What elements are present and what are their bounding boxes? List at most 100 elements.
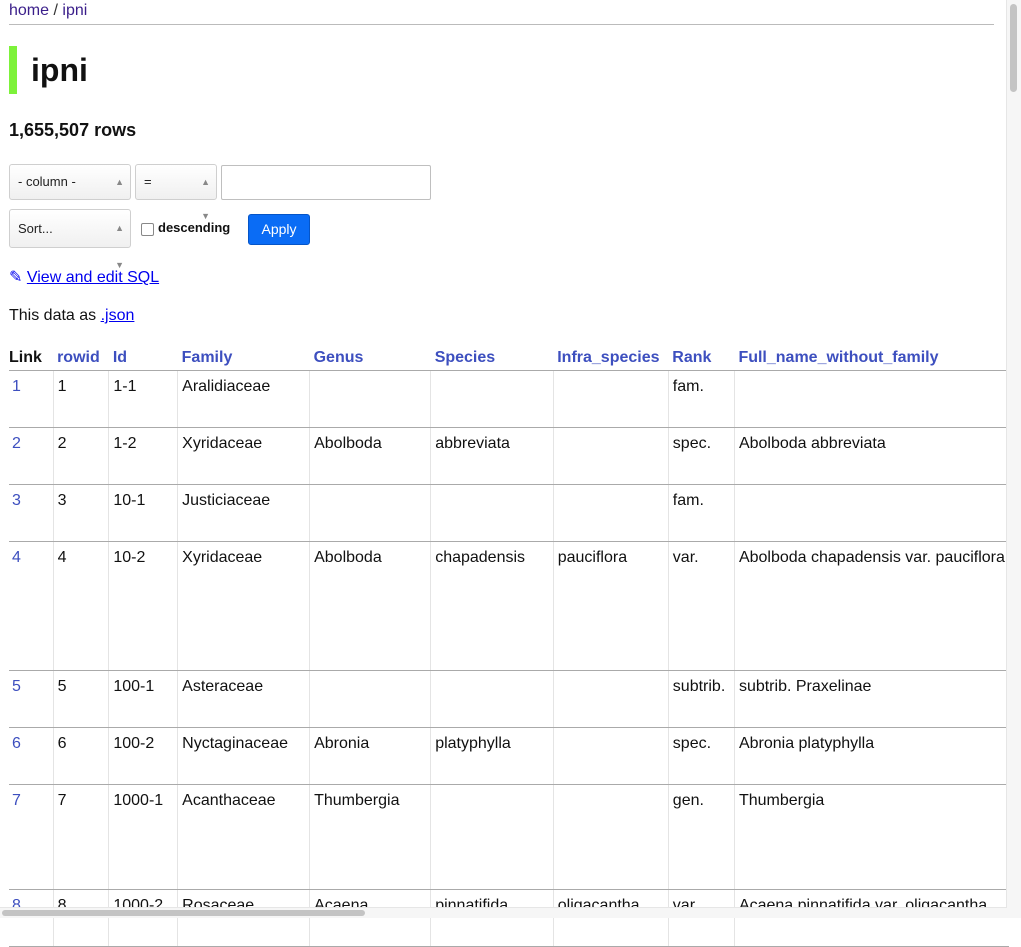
table-cell: Justiciaceae — [177, 484, 311, 542]
table-cell: Abronia — [309, 727, 432, 785]
row-link[interactable]: 7 — [9, 784, 54, 890]
table-row: 8 8 1000-2 Rosaceae Acaena pinnatifida o… — [9, 889, 1009, 947]
descending-label[interactable]: descending — [158, 220, 230, 235]
table-cell: spec. — [668, 427, 735, 485]
row-link[interactable]: 5 — [9, 670, 54, 728]
table-cell — [430, 784, 554, 890]
column-header[interactable]: Id — [108, 346, 178, 371]
operator-select[interactable]: = ▲ ▼ — [135, 164, 217, 221]
table-row: 1 1 1-1 Aralidiaceae fam. — [9, 370, 1009, 428]
filter-value-input[interactable] — [221, 165, 431, 200]
view-edit-sql-link[interactable]: ✎ View and edit SQL — [9, 267, 159, 287]
table-row: 5 5 100-1 Asteraceae subtrib. subtrib. P… — [9, 670, 1009, 728]
horizontal-scrollbar[interactable] — [0, 907, 1007, 918]
column-header[interactable]: Family — [177, 346, 310, 371]
table-cell — [553, 727, 669, 785]
table-cell: 1-1 — [108, 370, 179, 428]
table-cell: Abronia platyphylla — [734, 727, 1009, 785]
table-cell: Abolboda — [309, 541, 432, 671]
table-cell — [734, 370, 1009, 428]
table-cell — [430, 670, 554, 728]
operator-select-value: = — [144, 174, 152, 189]
column-header[interactable]: Genus — [309, 346, 431, 371]
table-cell: 1 — [53, 370, 110, 428]
table-cell: 10-2 — [108, 541, 179, 671]
breadcrumb-separator: / — [53, 2, 58, 19]
table-cell: 100-2 — [108, 727, 179, 785]
table-cell — [553, 484, 669, 542]
table-cell: 7 — [53, 784, 110, 890]
table-cell: 6 — [53, 727, 110, 785]
row-link[interactable]: 3 — [9, 484, 54, 542]
breadcrumb: home / ipni — [9, 2, 994, 25]
table-cell: var. — [668, 541, 735, 671]
data-as-prefix: This data as — [9, 307, 97, 324]
table-cell — [309, 370, 432, 428]
row-link[interactable]: 4 — [9, 541, 54, 671]
table-cell: 1000-1 — [108, 784, 179, 890]
table-cell: Nyctaginaceae — [177, 727, 311, 785]
table-cell — [430, 370, 554, 428]
table-cell: fam. — [668, 484, 735, 542]
data-table: Link rowid Id Family Genus Species Infra… — [9, 346, 1009, 947]
table-cell: Xyridaceae — [177, 427, 311, 485]
table-cell: Acaena pinnatifida var. oligacantha — [734, 889, 1009, 947]
descending-checkbox[interactable] — [141, 223, 154, 236]
column-select-value: - column - — [18, 174, 76, 189]
table-cell — [734, 484, 1009, 542]
column-header[interactable]: rowid — [53, 346, 109, 371]
table-cell — [553, 784, 669, 890]
column-header: Link — [9, 346, 54, 371]
column-select[interactable]: - column - ▲▼ — [9, 164, 131, 221]
table-cell: Acaena — [309, 889, 432, 947]
column-header[interactable]: Rank — [668, 346, 735, 371]
breadcrumb-current-link[interactable]: ipni — [62, 2, 87, 19]
table-cell: 4 — [53, 541, 110, 671]
table-row: 7 7 1000-1 Acanthaceae Thumbergia gen. T… — [9, 784, 1009, 890]
table-cell: pauciflora — [553, 541, 669, 671]
row-link[interactable]: 1 — [9, 370, 54, 428]
table-cell: 100-1 — [108, 670, 179, 728]
row-link[interactable]: 2 — [9, 427, 54, 485]
table-cell: Abolboda abbreviata — [734, 427, 1009, 485]
apply-button[interactable]: Apply — [248, 214, 310, 245]
sort-select-value: Sort... — [18, 221, 53, 236]
table-cell: subtrib. — [668, 670, 735, 728]
table-cell: platyphylla — [430, 727, 554, 785]
table-row: 6 6 100-2 Nyctaginaceae Abronia platyphy… — [9, 727, 1009, 785]
table-cell: 1000-2 — [108, 889, 179, 947]
table-cell: Abolboda — [309, 427, 432, 485]
table-cell: 5 — [53, 670, 110, 728]
data-as-line: This data as .json — [9, 307, 134, 325]
column-header[interactable]: Species — [430, 346, 554, 371]
table-cell — [309, 670, 432, 728]
row-link[interactable]: 6 — [9, 727, 54, 785]
column-header[interactable]: Infra_species — [553, 346, 669, 371]
table-cell: 1-2 — [108, 427, 179, 485]
table-cell — [430, 484, 554, 542]
page-title: ipni — [9, 46, 88, 94]
column-header[interactable]: Full_name_without_family — [734, 346, 1009, 371]
table-cell: Thumbergia — [309, 784, 432, 890]
table-cell — [553, 427, 669, 485]
table-cell: gen. — [668, 784, 735, 890]
row-count: 1,655,507 rows — [9, 120, 137, 140]
breadcrumb-home-link[interactable]: home — [9, 2, 49, 19]
table-cell: 8 — [53, 889, 110, 947]
table-cell: Abolboda chapadensis var. pauciflora — [734, 541, 1009, 671]
table-row: 2 2 1-2 Xyridaceae Abolboda abbreviata s… — [9, 427, 1009, 485]
horizontal-scrollbar-thumb[interactable] — [2, 910, 365, 916]
row-link[interactable]: 8 — [9, 889, 54, 947]
table-cell: abbreviata — [430, 427, 554, 485]
table-row: 4 4 10-2 Xyridaceae Abolboda chapadensis… — [9, 541, 1009, 671]
table-cell: oligacantha — [553, 889, 669, 947]
table-cell: Thumbergia — [734, 784, 1009, 890]
table-cell: Asteraceae — [177, 670, 311, 728]
table-row: 3 3 10-1 Justiciaceae fam. — [9, 484, 1009, 542]
vertical-scrollbar[interactable] — [1006, 0, 1021, 918]
view-edit-sql-label: View and edit SQL — [26, 269, 160, 286]
vertical-scrollbar-thumb[interactable] — [1010, 4, 1017, 92]
sort-select[interactable]: Sort... ▲ ▼ — [9, 209, 131, 270]
json-link[interactable]: .json — [101, 307, 135, 324]
table-cell: Xyridaceae — [177, 541, 311, 671]
